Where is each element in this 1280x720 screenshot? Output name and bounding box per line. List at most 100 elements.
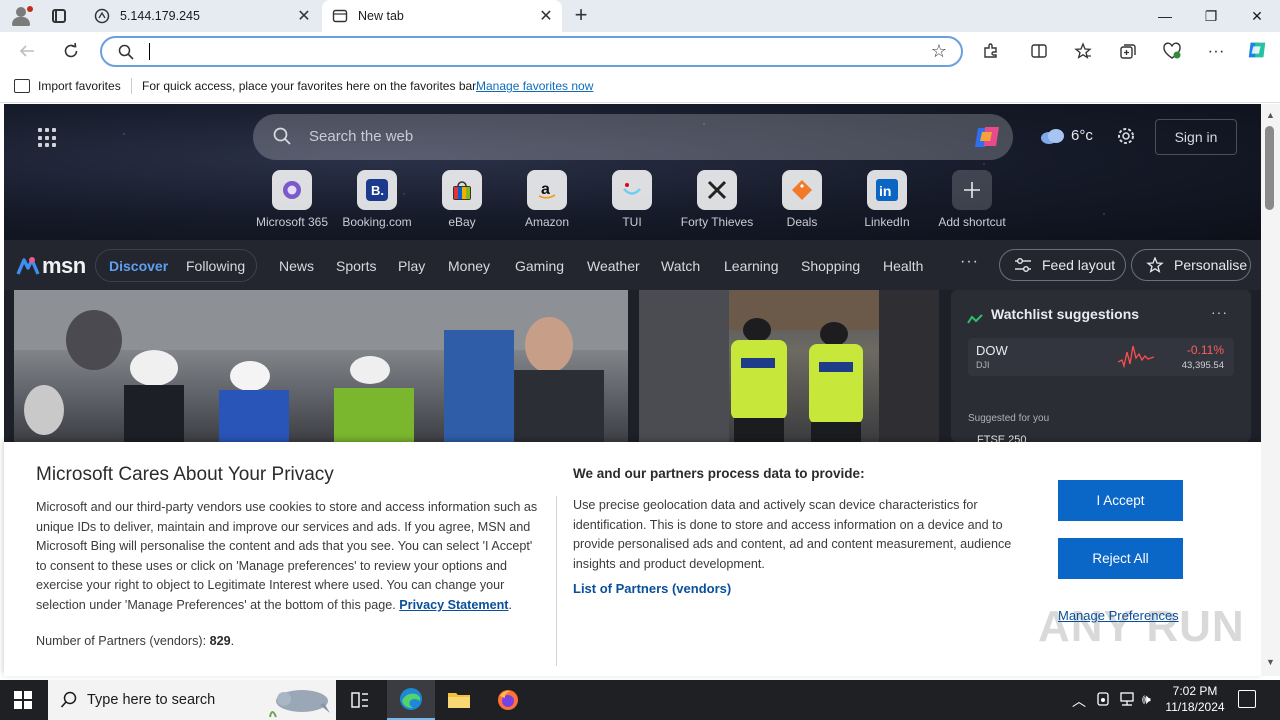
tab-discover[interactable]: Discover (109, 258, 168, 274)
partners-list-link[interactable]: List of Partners (vendors) (573, 581, 731, 596)
show-hidden-icons-chevron-icon[interactable]: ︿ (1072, 691, 1086, 711)
tab-title: New tab (358, 9, 404, 23)
volume-icon[interactable]: 🕪 (1142, 691, 1151, 708)
reject-all-button[interactable]: Reject All (1058, 538, 1183, 579)
favorite-star-icon[interactable]: ☆ (931, 41, 947, 62)
system-clock[interactable]: 7:02 PM 11/18/2024 (1160, 683, 1230, 715)
weather-widget[interactable]: 6°c (1040, 126, 1110, 150)
msn-logo[interactable]: msn (16, 252, 86, 278)
shortcut-booking[interactable]: B. Booking.com (337, 170, 417, 229)
address-input[interactable] (154, 41, 914, 63)
nav-money[interactable]: Money (448, 258, 490, 274)
more-menu-icon[interactable]: ··· (1205, 40, 1227, 62)
scrollbar-thumb[interactable] (1265, 126, 1274, 210)
nav-gaming[interactable]: Gaming (515, 258, 564, 274)
manage-favorites-link[interactable]: Manage favorites now (476, 79, 593, 93)
notification-center-icon[interactable] (1238, 690, 1256, 708)
shortcut-microsoft-365[interactable]: Microsoft 365 (252, 170, 332, 229)
import-favorites-icon[interactable] (14, 79, 30, 93)
privacy-body: Microsoft and our third-party vendors us… (36, 500, 538, 612)
nav-weather[interactable]: Weather (587, 258, 640, 274)
search-icon (273, 127, 291, 145)
clock-time: 7:02 PM (1172, 684, 1218, 698)
news-image-police[interactable] (639, 290, 939, 442)
nav-shopping[interactable]: Shopping (801, 258, 860, 274)
stock-exchange: DJI (976, 360, 990, 370)
maximize-button[interactable]: ❐ (1188, 0, 1234, 32)
settings-gear-icon[interactable] (1115, 125, 1137, 147)
privacy-statement-link[interactable]: Privacy Statement (399, 598, 508, 612)
split-screen-icon[interactable] (1028, 40, 1050, 62)
network-icon[interactable] (1118, 691, 1136, 710)
stock-value: 43,395.54 (1181, 360, 1224, 371)
close-tab-icon[interactable]: ✕ (536, 6, 556, 26)
shortcut-tui[interactable]: TUI (592, 170, 672, 229)
close-tab-icon[interactable]: ✕ (294, 6, 314, 26)
app-launcher-icon[interactable] (38, 128, 58, 148)
nav-news[interactable]: News (279, 258, 314, 274)
profile-avatar-icon[interactable] (10, 5, 33, 27)
minimize-button[interactable]: — (1142, 0, 1188, 32)
stock-symbol: DOW (976, 343, 1008, 358)
tab-following[interactable]: Following (186, 258, 245, 274)
sliders-icon (1014, 257, 1032, 273)
windows-start-icon[interactable] (14, 691, 32, 709)
shortcut-amazon[interactable]: a Amazon (507, 170, 587, 229)
tab-actions-icon[interactable] (50, 7, 68, 25)
clock-date: 11/18/2024 (1165, 700, 1225, 714)
refresh-icon[interactable] (60, 40, 82, 62)
nav-more-icon[interactable]: ··· (960, 253, 979, 271)
browser-essentials-icon[interactable] (1161, 40, 1183, 62)
nav-health[interactable]: Health (883, 258, 923, 274)
copilot-icon[interactable] (1246, 39, 1268, 61)
add-shortcut-button[interactable]: Add shortcut (932, 170, 1012, 229)
task-view-icon[interactable] (336, 680, 384, 720)
tab-new-tab[interactable]: New tab ✕ (322, 0, 562, 32)
nav-watch[interactable]: Watch (661, 258, 700, 274)
manatee-illustration-icon (269, 690, 330, 718)
search-placeholder: Search the web (309, 128, 414, 145)
extensions-icon[interactable] (980, 40, 1002, 62)
shortcut-ebay[interactable]: eBay (422, 170, 502, 229)
msn-navigation: msn Discover Following News Sports Play … (4, 240, 1261, 290)
cloud-rain-icon (1040, 128, 1064, 144)
svg-text:B.: B. (371, 183, 384, 198)
nav-play[interactable]: Play (398, 258, 425, 274)
favorites-icon[interactable] (1072, 40, 1094, 62)
collections-icon[interactable] (1117, 40, 1139, 62)
edge-taskbar-icon[interactable] (387, 680, 435, 720)
file-explorer-icon[interactable] (435, 680, 483, 720)
close-window-button[interactable]: ✕ (1234, 0, 1280, 32)
scroll-up-icon[interactable]: ▲ (1266, 110, 1275, 120)
firefox-icon[interactable] (484, 680, 532, 720)
feed-layout-button[interactable]: Feed layout (999, 249, 1126, 281)
nav-sports[interactable]: Sports (336, 258, 376, 274)
shortcut-linkedin[interactable]: in LinkedIn (847, 170, 927, 229)
copilot-icon[interactable] (972, 122, 1002, 152)
dialog-divider (556, 496, 557, 666)
taskbar-search-box[interactable]: Type here to search (48, 680, 336, 720)
watchlist-more-icon[interactable]: ··· (1211, 304, 1228, 320)
shortcut-forty-thieves[interactable]: Forty Thieves (677, 170, 757, 229)
shortcut-tiles: Microsoft 365 B. Booking.com eBay a Amaz… (252, 170, 1022, 234)
network-device-icon[interactable] (1096, 691, 1110, 710)
data-processing-title: We and our partners process data to prov… (573, 466, 865, 481)
back-arrow-icon[interactable] (16, 40, 38, 62)
import-favorites-button[interactable]: Import favorites (38, 79, 121, 93)
watchlist-title: Watchlist suggestions (991, 306, 1140, 322)
tab-ip-address[interactable]: 5.144.179.245 ✕ (84, 0, 320, 32)
shortcut-deals[interactable]: Deals (762, 170, 842, 229)
address-bar[interactable]: ☆ (100, 36, 963, 67)
sign-in-button[interactable]: Sign in (1155, 119, 1237, 155)
scroll-down-icon[interactable]: ▼ (1266, 657, 1275, 667)
nav-learning[interactable]: Learning (724, 258, 779, 274)
web-search-box[interactable]: Search the web (253, 114, 1013, 160)
stock-row[interactable]: DOW DJI -0.11% 43,395.54 (968, 338, 1234, 376)
page-scrollbar[interactable]: ▲ ▼ (1261, 104, 1280, 676)
privacy-consent-dialog: Microsoft Cares About Your Privacy Micro… (4, 442, 1261, 676)
manage-preferences-link[interactable]: Manage Preferences (1058, 608, 1179, 623)
new-tab-plus-icon[interactable]: + (570, 4, 592, 27)
news-image-cyclists[interactable] (14, 290, 628, 442)
personalise-button[interactable]: Personalise (1131, 249, 1251, 281)
accept-button[interactable]: I Accept (1058, 480, 1183, 521)
